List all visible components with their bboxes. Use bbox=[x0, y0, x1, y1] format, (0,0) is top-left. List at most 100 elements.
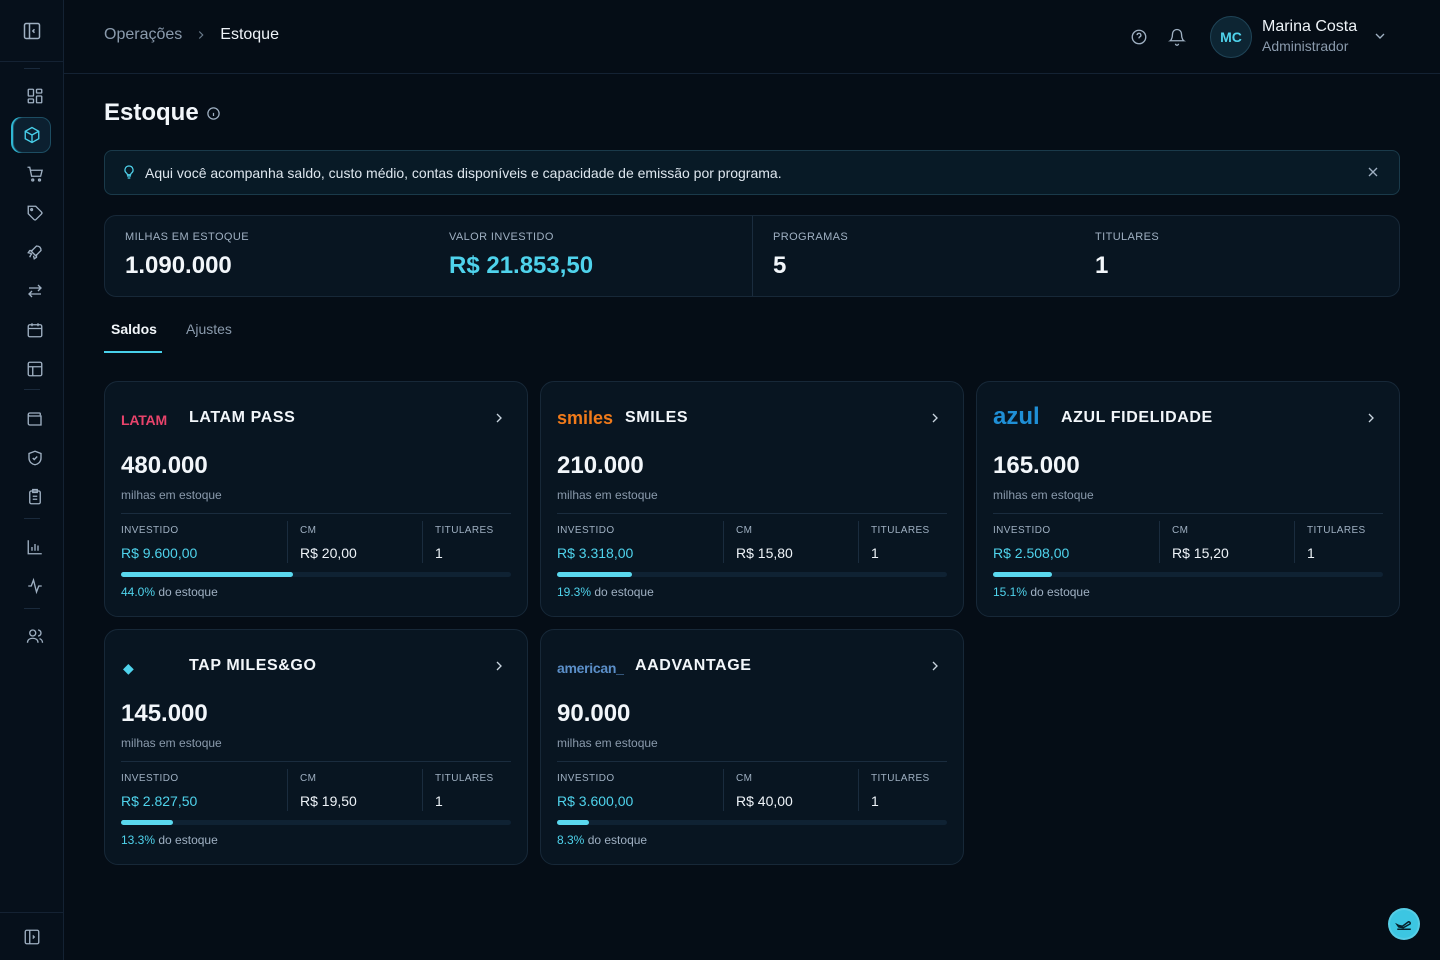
stock-share-percent: 13.3% bbox=[121, 833, 156, 847]
lightbulb-icon bbox=[121, 163, 137, 181]
sidebar-item-transferencias[interactable] bbox=[15, 274, 55, 308]
activity-icon bbox=[28, 577, 42, 595]
stat-label: PROGRAMAS bbox=[773, 231, 849, 243]
arrows-swap-icon bbox=[28, 284, 42, 298]
tab-ajustes[interactable]: Ajustes bbox=[179, 318, 239, 353]
info-banner: Aqui você acompanha saldo, custo médio, … bbox=[104, 150, 1400, 195]
miles-label: milhas em estoque bbox=[993, 488, 1094, 502]
program-card[interactable]: azul AZUL FIDELIDADE 165.000 milhas em esto… bbox=[976, 381, 1400, 617]
holders-value: 1 bbox=[435, 545, 443, 561]
sidebar-item-ofertas[interactable] bbox=[15, 196, 55, 230]
notifications-button[interactable] bbox=[1167, 27, 1187, 47]
stock-share-suffix: do estoque bbox=[587, 833, 648, 847]
stock-share-text: 13.3% do estoque bbox=[121, 833, 218, 847]
program-card[interactable]: smiles SMILES 210.000 milhas em estoque INVE… bbox=[540, 381, 964, 617]
help-button[interactable] bbox=[1129, 27, 1149, 47]
users-icon bbox=[26, 629, 44, 643]
sidebar-item-carteira[interactable] bbox=[15, 402, 55, 436]
miles-value: 165.000 bbox=[993, 452, 1080, 479]
chevron-right-icon[interactable] bbox=[1363, 410, 1379, 426]
breadcrumb-current: Estoque bbox=[220, 26, 279, 43]
stock-share-fill bbox=[557, 572, 633, 577]
column-divider bbox=[1294, 521, 1295, 563]
sidebar-item-layout[interactable] bbox=[15, 352, 55, 386]
sidebar-item-seguranca[interactable] bbox=[15, 441, 55, 475]
cm-value: R$ 15,80 bbox=[736, 545, 793, 561]
program-logo: ◆ bbox=[123, 660, 134, 676]
miles-value: 145.000 bbox=[121, 700, 208, 727]
holders-value: 1 bbox=[871, 793, 879, 809]
chevron-right-icon[interactable] bbox=[927, 410, 943, 426]
app-root: Operações Estoque MC Marina Costa Admini… bbox=[0, 0, 1440, 960]
sidebar-toggle-button[interactable] bbox=[0, 0, 63, 62]
stat-label: MILHAS EM ESTOQUE bbox=[125, 231, 249, 243]
breadcrumb-parent-link[interactable]: Operações bbox=[104, 26, 182, 44]
stock-share-text: 15.1% do estoque bbox=[993, 585, 1090, 599]
stock-share-suffix: do estoque bbox=[158, 585, 218, 599]
chevron-right-icon[interactable] bbox=[491, 658, 507, 674]
cm-label: CM bbox=[736, 525, 753, 536]
quick-action-button[interactable] bbox=[1388, 908, 1420, 940]
stats-divider bbox=[752, 216, 753, 296]
invested-label: INVESTIDO bbox=[993, 525, 1051, 536]
column-divider bbox=[858, 769, 859, 811]
sidebar-collapse-icon bbox=[23, 22, 40, 39]
user-menu-chevron-down-icon[interactable] bbox=[1372, 28, 1388, 44]
tag-icon bbox=[27, 205, 43, 221]
stat-value: R$ 21.853,50 bbox=[449, 252, 594, 279]
cm-label: CM bbox=[736, 773, 753, 784]
program-card[interactable]: ◆ TAP MILES&GO 145.000 milhas em estoque INV… bbox=[104, 629, 528, 865]
avatar[interactable]: MC bbox=[1210, 16, 1252, 58]
close-icon[interactable] bbox=[1365, 164, 1381, 180]
holders-label: TITULARES bbox=[435, 773, 494, 784]
sidebar-divider bbox=[24, 389, 40, 390]
program-logo: azul bbox=[993, 403, 1040, 430]
miles-label: milhas em estoque bbox=[557, 488, 658, 502]
top-header: Operações Estoque MC Marina Costa Admini… bbox=[64, 0, 1440, 74]
user-name[interactable]: Marina Costa bbox=[1262, 18, 1357, 36]
sidebar-item-usuarios[interactable] bbox=[15, 619, 55, 653]
sidebar-item-calendario[interactable] bbox=[15, 313, 55, 347]
sidebar-item-relatorios[interactable] bbox=[15, 480, 55, 514]
chevron-right-icon[interactable] bbox=[491, 410, 507, 426]
chevron-right-icon bbox=[194, 28, 208, 42]
bar-chart-icon bbox=[27, 540, 42, 555]
cm-value: R$ 19,50 bbox=[300, 793, 357, 809]
stock-share-percent: 8.3% bbox=[557, 833, 585, 847]
column-divider bbox=[287, 769, 288, 811]
layout-icon bbox=[27, 361, 43, 377]
stock-share-percent: 44.0% bbox=[121, 585, 156, 599]
summary-stats: MILHAS EM ESTOQUE 1.090.000 VALOR INVEST… bbox=[104, 215, 1400, 297]
sidebar-item-emissoes[interactable] bbox=[15, 235, 55, 269]
sidebar-divider bbox=[24, 68, 40, 69]
invested-value: R$ 3.318,00 bbox=[557, 545, 634, 561]
grid-icon bbox=[27, 88, 43, 104]
miles-value: 90.000 bbox=[557, 700, 631, 727]
sidebar-item-compras[interactable] bbox=[15, 157, 55, 191]
stat-value: 1 bbox=[1095, 252, 1109, 279]
plane-icon bbox=[1395, 921, 1411, 930]
sidebar-item-atividade[interactable] bbox=[15, 569, 55, 603]
sidebar-item-dashboard[interactable] bbox=[15, 79, 55, 113]
program-name: AZUL FIDELIDADE bbox=[1061, 409, 1213, 426]
help-circle-icon bbox=[1131, 29, 1147, 45]
sidebar-expand-button[interactable] bbox=[0, 912, 63, 960]
cart-icon bbox=[27, 166, 43, 182]
info-icon[interactable] bbox=[206, 106, 221, 121]
sidebar-item-estoque[interactable] bbox=[13, 117, 51, 153]
stock-share-fill bbox=[993, 572, 1052, 577]
miles-label: milhas em estoque bbox=[121, 488, 222, 502]
program-logo: american_ bbox=[557, 660, 624, 676]
tab-saldos[interactable]: Saldos bbox=[104, 318, 162, 353]
box-icon bbox=[24, 126, 40, 144]
stock-share-text: 44.0% do estoque bbox=[121, 585, 218, 599]
program-card[interactable]: LATAM LATAM PASS 480.000 milhas em estoque I… bbox=[104, 381, 528, 617]
program-card[interactable]: american_ AADVANTAGE 90.000 milhas em estoq… bbox=[540, 629, 964, 865]
sidebar-item-graficos[interactable] bbox=[15, 530, 55, 564]
chevron-right-icon[interactable] bbox=[927, 658, 943, 674]
cm-label: CM bbox=[300, 773, 317, 784]
calendar-icon bbox=[27, 323, 43, 338]
card-divider bbox=[993, 513, 1383, 514]
stock-share-suffix: do estoque bbox=[594, 585, 654, 599]
stat-value: 1.090.000 bbox=[125, 252, 232, 279]
